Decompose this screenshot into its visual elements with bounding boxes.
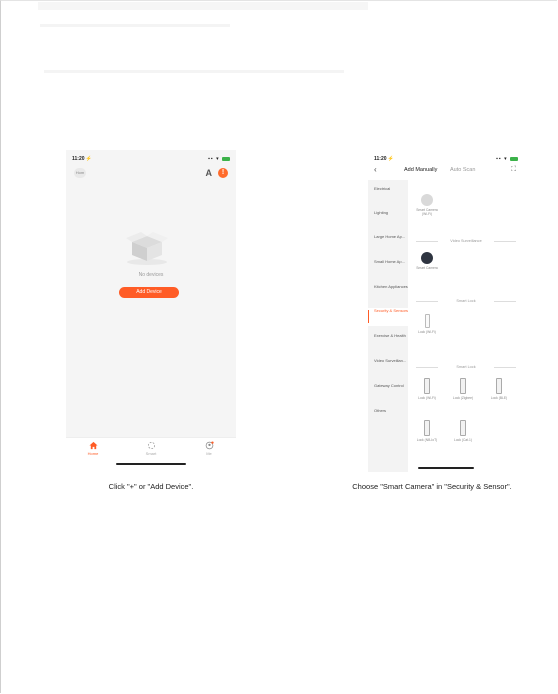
category-item-selected[interactable]: Security & Sensors: [368, 308, 408, 326]
status-time: 11:20 ⚡: [72, 156, 93, 162]
category-item[interactable]: Video Surveillan...: [368, 358, 408, 376]
product-label: Lock (Cat.1): [454, 438, 472, 442]
category-item[interactable]: Small Home Ap...: [368, 259, 408, 277]
home-header: Hom A !: [66, 164, 236, 184]
add-device-nav: ‹ Add Manually Auto Scan ⛶: [368, 165, 524, 177]
product-label: Lock (Zigbee): [452, 396, 474, 400]
product-lock[interactable]: Lock (NB-IoT): [414, 420, 440, 442]
product-label: Lock (NB-IoT): [416, 438, 438, 442]
alert-badge-icon[interactable]: !: [218, 168, 228, 178]
product-lock[interactable]: Lock (Wi-Fi): [414, 314, 440, 334]
product-label: Lock (Wi-Fi): [418, 330, 436, 334]
faded-rule: [40, 24, 230, 27]
home-icon: [88, 441, 98, 450]
status-time: 11:20 ⚡: [374, 156, 395, 162]
tab-smart-label: Smart: [145, 451, 157, 456]
lock-device-icon: [460, 420, 466, 436]
category-item[interactable]: Gateway Control: [368, 383, 408, 401]
lock-device-icon: [424, 378, 430, 394]
step-caption: Click "+" or "Add Device".: [108, 482, 194, 491]
product-smart-camera-wifi[interactable]: Smart Camera (Wi-Fi): [414, 194, 440, 216]
product-smart-camera[interactable]: Smart Camera: [414, 252, 440, 270]
scan-icon[interactable]: ⛶: [511, 165, 516, 175]
product-lock[interactable]: Lock (Zigbee): [450, 378, 476, 400]
faded-header-band: [38, 2, 368, 10]
product-area: Smart Camera (Wi-Fi) Video Surveillance …: [408, 180, 524, 472]
step-caption: Choose "Smart Camera" in "Security & Sen…: [352, 482, 512, 491]
home-indicator: [418, 467, 474, 469]
profile-icon: [205, 441, 214, 450]
category-item[interactable]: Kitchen Appliances: [368, 284, 408, 302]
battery-icon: [510, 156, 518, 161]
lock-device-icon: [424, 420, 430, 436]
category-item[interactable]: Exercise & Health: [368, 333, 408, 351]
chevron-left-icon[interactable]: ‹: [374, 165, 377, 175]
home-screen-phone: 11:20 ⚡ ▪▪ ▾ Hom A ! No devices Add Devi…: [66, 150, 236, 468]
bottom-tab-bar: Home Smart Me: [66, 437, 236, 468]
lock-device-icon: [424, 314, 430, 328]
faded-rule: [44, 70, 344, 73]
tab-auto-scan[interactable]: Auto Scan: [450, 167, 475, 173]
status-bar: 11:20 ⚡ ▪▪ ▾: [72, 156, 230, 164]
product-label: Smart Camera: [416, 266, 438, 270]
lock-device-icon: [460, 378, 466, 394]
tab-smart[interactable]: Smart: [136, 441, 166, 456]
product-label: Lock (Wi-Fi): [418, 396, 436, 400]
section-heading: Video Surveillance: [416, 238, 516, 244]
category-item[interactable]: Large Home Ap...: [368, 234, 408, 252]
category-list: Electrical Lighting Large Home Ap... Sma…: [368, 180, 408, 472]
status-icons: ▪▪ ▾: [496, 156, 518, 162]
product-lock[interactable]: Lock (BLE): [486, 378, 512, 400]
add-device-button[interactable]: Add Device: [119, 287, 179, 298]
tab-me-label: Me: [206, 451, 212, 456]
tab-home-label: Home: [87, 451, 99, 456]
add-device-phone: 11:20 ⚡ ▪▪ ▾ ‹ Add Manually Auto Scan ⛶ …: [368, 150, 524, 472]
tab-home[interactable]: Home: [78, 441, 108, 456]
camera-device-icon: [421, 194, 433, 206]
lock-device-icon: [496, 378, 502, 394]
section-heading: Smart Lock: [416, 364, 516, 370]
camera-device-icon: [421, 252, 433, 264]
category-item[interactable]: Others: [368, 408, 408, 426]
category-item[interactable]: Lighting: [368, 210, 408, 228]
smart-icon: [147, 441, 155, 450]
empty-box-illustration: [122, 228, 172, 268]
product-lock[interactable]: Lock (Wi-Fi): [414, 378, 440, 400]
status-bar: 11:20 ⚡ ▪▪ ▾: [374, 156, 518, 164]
product-label: Smart Camera (Wi-Fi): [416, 208, 438, 216]
tab-add-manually[interactable]: Add Manually: [404, 167, 437, 173]
product-lock[interactable]: Lock (Cat.1): [450, 420, 476, 442]
home-indicator: [116, 463, 186, 465]
home-selector[interactable]: Hom: [74, 168, 86, 178]
battery-icon: [222, 156, 230, 161]
status-icons: ▪▪ ▾: [208, 156, 230, 162]
tab-me[interactable]: Me: [194, 441, 224, 456]
plus-icon[interactable]: A: [206, 168, 213, 178]
empty-state-text: No devices: [138, 272, 164, 278]
section-heading: Smart Lock: [416, 298, 516, 304]
category-item[interactable]: Electrical: [368, 186, 408, 204]
product-label: Lock (BLE): [490, 396, 508, 400]
